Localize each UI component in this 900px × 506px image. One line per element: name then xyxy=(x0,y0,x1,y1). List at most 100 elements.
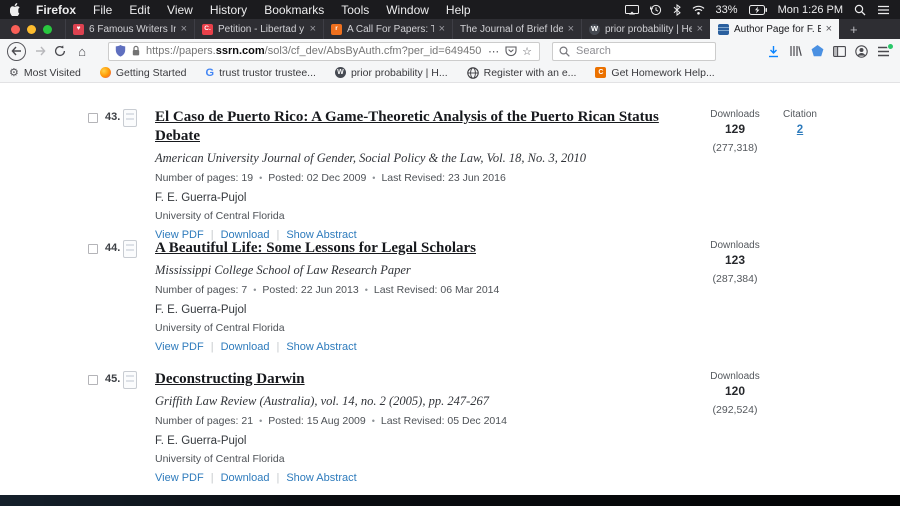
bullet-separator: • xyxy=(259,416,262,426)
menubar-item-window[interactable]: Window xyxy=(386,3,429,17)
page-actions-icon[interactable]: ⋯ xyxy=(488,45,500,58)
tab-petition[interactable]: C. Petition - Libertad y demo × xyxy=(194,19,323,39)
close-window-button[interactable] xyxy=(11,25,20,34)
menubar-item-edit[interactable]: Edit xyxy=(129,3,150,17)
menubar-item-firefox[interactable]: Firefox xyxy=(36,3,76,17)
menubar-item-history[interactable]: History xyxy=(210,3,247,17)
paper-meta: Number of pages: 21•Posted: 15 Aug 2009•… xyxy=(155,415,690,427)
tab-famous-writers[interactable]: ♥ 6 Famous Writers Injured × xyxy=(65,19,194,39)
pocket-icon[interactable] xyxy=(505,46,517,57)
navigation-toolbar: ⌂ https://papers.ssrn.com/sol3/cf_dev/Ab… xyxy=(0,39,900,63)
notification-center-icon[interactable] xyxy=(877,5,890,15)
lock-icon[interactable] xyxy=(131,45,141,57)
tab-prior-probability[interactable]: W prior probability | Hey, wh × xyxy=(581,19,710,39)
tracking-protection-shield-icon[interactable] xyxy=(115,45,126,57)
sidebar-toggle-icon[interactable] xyxy=(833,46,846,57)
paper-checkbox[interactable] xyxy=(88,375,98,385)
paper-source: American University Journal of Gender, S… xyxy=(155,150,690,166)
url-text[interactable]: https://papers.ssrn.com/sol3/cf_dev/AbsB… xyxy=(146,45,483,57)
paper-author-link[interactable]: F. E. Guerra-Pujol xyxy=(155,304,690,316)
tab-journal-brief-ideas[interactable]: The Journal of Brief Ideas × xyxy=(452,19,581,39)
paper-checkbox[interactable] xyxy=(88,244,98,254)
view-pdf-link[interactable]: View PDF xyxy=(155,472,204,484)
pipe-separator: | xyxy=(276,472,279,484)
minimize-window-button[interactable] xyxy=(27,25,36,34)
citation-count-link[interactable]: 2 xyxy=(797,124,803,136)
tab-close-icon[interactable]: × xyxy=(310,23,316,35)
menubar-item-bookmarks[interactable]: Bookmarks xyxy=(264,3,324,17)
bookmark-star-icon[interactable]: ☆ xyxy=(522,45,533,58)
battery-charging-icon[interactable] xyxy=(749,5,767,15)
paper-title-link[interactable]: Deconstructing Darwin xyxy=(155,370,305,389)
bookmark-homework-help[interactable]: C Get Homework Help... xyxy=(595,67,714,79)
menubar-item-view[interactable]: View xyxy=(167,3,193,17)
screen: Firefox File Edit View History Bookmarks… xyxy=(0,0,900,506)
show-abstract-link[interactable]: Show Abstract xyxy=(286,472,356,484)
paper-title-link[interactable]: El Caso de Puerto Rico: A Game-Theoretic… xyxy=(155,108,690,146)
reload-button[interactable] xyxy=(50,41,70,61)
bookmark-getting-started[interactable]: Getting Started xyxy=(100,67,187,79)
bluetooth-icon[interactable] xyxy=(673,4,681,16)
document-icon xyxy=(123,109,137,127)
bullet-separator: • xyxy=(372,173,375,183)
show-abstract-link[interactable]: Show Abstract xyxy=(286,341,356,353)
paper-affiliation: University of Central Florida xyxy=(155,453,690,465)
wifi-icon[interactable] xyxy=(692,5,705,15)
bookmark-most-visited[interactable]: ⚙ Most Visited xyxy=(9,66,81,79)
library-icon[interactable] xyxy=(789,45,802,57)
battery-percent: 33% xyxy=(716,4,738,16)
view-pdf-link[interactable]: View PDF xyxy=(155,341,204,353)
search-input[interactable]: Search xyxy=(552,42,716,61)
paper-meta: Number of pages: 7•Posted: 22 Jun 2013•L… xyxy=(155,284,690,296)
paper-row-45: 45. Deconstructing Darwin Griffith Law R… xyxy=(0,370,900,498)
paper-checkbox[interactable] xyxy=(88,113,98,123)
new-tab-button[interactable]: + xyxy=(839,19,869,39)
spotlight-search-icon[interactable] xyxy=(854,4,866,16)
bullet-separator: • xyxy=(253,285,256,295)
bookmark-prior-probability[interactable]: W prior probability | H... xyxy=(335,67,448,79)
paper-title-link[interactable]: A Beautiful Life: Some Lessons for Legal… xyxy=(155,239,476,258)
url-bar[interactable]: https://papers.ssrn.com/sol3/cf_dev/AbsB… xyxy=(108,42,540,61)
paper-source: Mississippi College School of Law Resear… xyxy=(155,262,690,278)
zoom-window-button[interactable] xyxy=(43,25,52,34)
tab-call-for-papers[interactable]: r A Call For Papers: The Rec × xyxy=(323,19,452,39)
tab-bar: ♥ 6 Famous Writers Injured × C. Petition… xyxy=(0,19,900,39)
account-icon[interactable] xyxy=(855,45,868,58)
downloads-column: Downloads 129 (277,318) xyxy=(699,109,771,154)
tab-close-icon[interactable]: × xyxy=(826,23,832,35)
paper-author-link[interactable]: F. E. Guerra-Pujol xyxy=(155,192,690,204)
menu-hamburger-icon[interactable] xyxy=(877,46,890,57)
downloads-icon[interactable] xyxy=(767,45,780,58)
bottom-bar xyxy=(0,495,900,506)
time-machine-icon[interactable] xyxy=(650,4,662,16)
tab-close-icon[interactable]: × xyxy=(697,23,703,35)
bookmark-trust-trustor[interactable]: G trust trustor trustee... xyxy=(206,67,316,79)
tab-close-icon[interactable]: × xyxy=(181,23,187,35)
back-button[interactable] xyxy=(7,42,26,61)
firefox-icon xyxy=(100,67,111,78)
paper-row-43: 43. El Caso de Puerto Rico: A Game-Theor… xyxy=(0,108,900,236)
chegg-icon: C xyxy=(595,67,606,78)
download-link[interactable]: Download xyxy=(221,472,270,484)
paper-meta: Number of pages: 19•Posted: 02 Dec 2009•… xyxy=(155,172,690,184)
menubar-item-help[interactable]: Help xyxy=(446,3,471,17)
paper-author-link[interactable]: F. E. Guerra-Pujol xyxy=(155,435,690,447)
download-link[interactable]: Download xyxy=(221,341,270,353)
screen-mirroring-icon[interactable] xyxy=(625,5,639,15)
extension-icon[interactable] xyxy=(811,45,824,57)
menubar-item-file[interactable]: File xyxy=(93,3,112,17)
home-button[interactable]: ⌂ xyxy=(72,41,92,61)
tab-close-icon[interactable]: × xyxy=(568,23,574,35)
citation-column: Citation 2 xyxy=(772,109,828,138)
bookmark-register[interactable]: Register with an e... xyxy=(467,67,577,79)
menubar-item-tools[interactable]: Tools xyxy=(341,3,369,17)
forward-button[interactable] xyxy=(30,41,50,61)
apple-menu-icon[interactable] xyxy=(10,3,21,16)
macos-menubar: Firefox File Edit View History Bookmarks… xyxy=(0,0,900,19)
tab-author-page-active[interactable]: Author Page for F. E. Guer × xyxy=(710,19,839,39)
bullet-separator: • xyxy=(259,173,262,183)
heart-shield-favicon: ♥ xyxy=(73,24,84,35)
tab-close-icon[interactable]: × xyxy=(439,23,445,35)
menubar-clock[interactable]: Mon 1:26 PM xyxy=(778,4,843,16)
pipe-separator: | xyxy=(211,341,214,353)
